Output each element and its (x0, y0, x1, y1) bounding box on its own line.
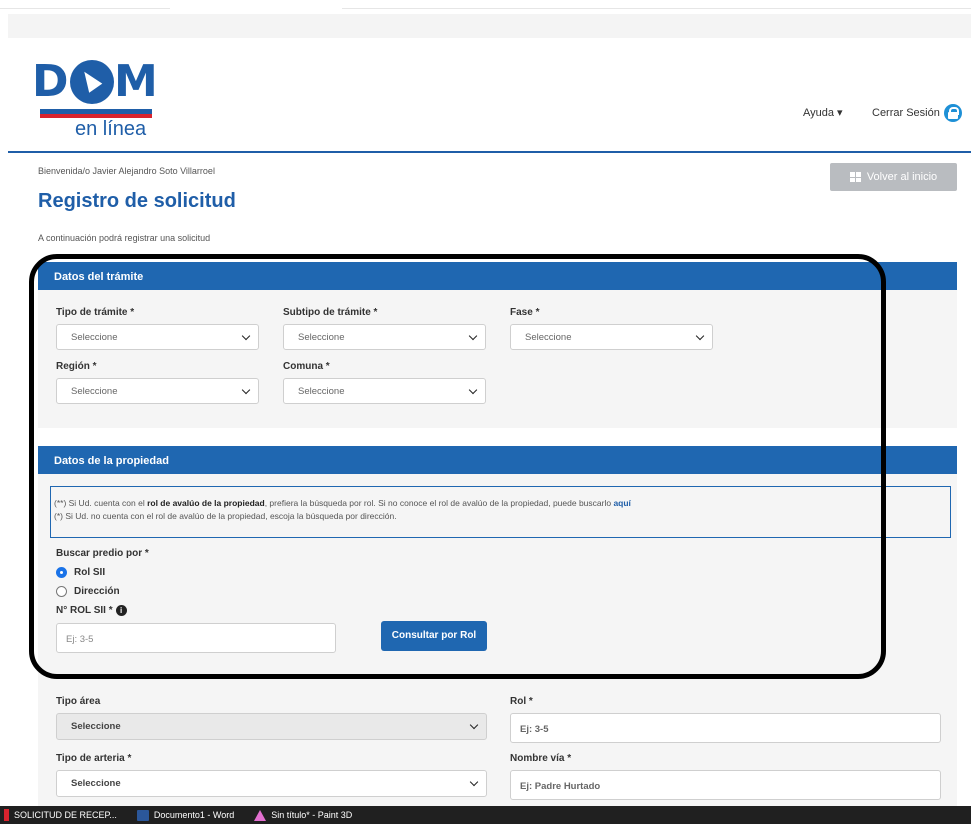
taskbar-label-pdf: SOLICITUD DE RECEP... (14, 810, 117, 820)
logout-label: Cerrar Sesión (872, 107, 940, 119)
help-menu[interactable]: Ayuda ▾ (803, 106, 843, 119)
tipo-arteria-value: Seleccione (71, 778, 121, 789)
info-text-c: , prefiera la búsqueda por rol. Si no co… (264, 498, 614, 508)
taskbar-label-word: Documento1 - Word (153, 810, 235, 820)
logo-letter-d: D (32, 56, 69, 107)
radio-direccion-label: Dirección (74, 586, 120, 597)
chevron-down-icon (468, 331, 478, 341)
radio-selected-icon (56, 567, 67, 578)
page-subtitle: A continuación podrá registrar una solic… (38, 233, 211, 243)
tipo-tramite-label: Tipo de trámite * (56, 307, 135, 318)
comuna-value: Seleccione (298, 386, 345, 397)
nombre-via-input[interactable]: Ej: Padre Hurtado (510, 770, 941, 800)
region-label: Región * (56, 361, 97, 372)
rol-sii-label-row: N° ROL SII * i (56, 605, 127, 616)
browser-top-strip (0, 0, 971, 40)
dom-en-linea-logo[interactable]: D M en línea (32, 56, 162, 146)
chevron-down-icon (241, 385, 251, 395)
tipo-tramite-select[interactable]: Seleccione (56, 324, 259, 350)
rol-input[interactable]: Ej: 3-5 (510, 713, 941, 743)
region-value: Seleccione (71, 386, 118, 397)
rol-sii-label: N° ROL SII * (56, 605, 113, 617)
comuna-label: Comuna * (283, 361, 330, 372)
fase-label: Fase * (510, 307, 540, 318)
nombre-via-label: Nombre vía * (510, 753, 572, 764)
chevron-down-icon (695, 331, 705, 341)
taskbar-item-word[interactable]: Documento1 - Word (136, 809, 235, 821)
rol-info-box: (**) Si Ud. cuenta con el rol de avalúo … (50, 486, 951, 538)
toolbar-band (8, 14, 971, 38)
windows-taskbar: SOLICITUD DE RECEP... Documento1 - Word … (0, 806, 971, 824)
chevron-down-icon (469, 720, 479, 730)
info-line-2: (*) Si Ud. no cuenta con el rol de avalú… (54, 511, 397, 521)
back-home-label: Volver al inicio (866, 171, 938, 183)
grid-icon (849, 172, 861, 182)
radio-rol-label: Rol SII (74, 567, 106, 578)
taskbar-label-paint3d: Sin título* - Paint 3D (271, 810, 353, 820)
info-icon[interactable]: i (115, 605, 127, 616)
radio-unselected-icon (56, 586, 67, 597)
active-tab-gap (170, 6, 342, 11)
chevron-down-icon (469, 777, 479, 787)
buscar-predio-label: Buscar predio por * (56, 548, 149, 559)
info-text-a: (**) Si Ud. cuenta con el (54, 498, 148, 508)
tipo-arteria-label: Tipo de arteria * (56, 753, 132, 764)
welcome-text: Bienvenida/o Javier Alejandro Soto Villa… (38, 166, 215, 176)
paint3d-icon (254, 809, 267, 821)
search-rol-link[interactable]: aquí (613, 498, 630, 508)
tipo-area-label: Tipo área (56, 696, 101, 707)
chevron-down-icon (468, 385, 478, 395)
info-line-1: (**) Si Ud. cuenta con el rol de avalúo … (54, 497, 950, 510)
logout-link[interactable]: Cerrar Sesión (872, 104, 962, 122)
comuna-select[interactable]: Seleccione (283, 378, 486, 404)
page-title: Registro de solicitud (38, 190, 236, 212)
taskbar-item-paint3d[interactable]: Sin título* - Paint 3D (254, 809, 353, 821)
tipo-area-value: Seleccione (71, 721, 121, 732)
propiedad-panel-heading: Datos de la propiedad (38, 446, 957, 474)
lock-icon (943, 104, 962, 122)
chevron-down-icon (241, 331, 251, 341)
tipo-area-select[interactable]: Seleccione (56, 713, 487, 740)
tab-divider (0, 8, 971, 9)
info-text-bold: rol de avalúo de la propiedad (147, 498, 265, 508)
radio-direccion[interactable]: Dirección (56, 586, 120, 597)
pdf-icon (4, 809, 9, 821)
rol-label: Rol * (510, 696, 533, 707)
tipo-arteria-select[interactable]: Seleccione (56, 770, 487, 797)
consultar-rol-button[interactable]: Consultar por Rol (381, 621, 487, 651)
subtipo-tramite-label: Subtipo de trámite * (283, 307, 378, 318)
tramite-panel-heading: Datos del trámite (38, 262, 957, 290)
taskbar-item-pdf[interactable]: SOLICITUD DE RECEP... (4, 809, 117, 821)
logo-letter-m: M (114, 56, 158, 107)
tipo-tramite-value: Seleccione (71, 332, 118, 343)
fase-select[interactable]: Seleccione (510, 324, 713, 350)
logo-subtext: en línea (75, 118, 147, 140)
word-icon (136, 809, 149, 821)
site-header: D M en línea Ayuda ▾ Cerrar Sesión (8, 40, 971, 153)
subtipo-tramite-select[interactable]: Seleccione (283, 324, 486, 350)
rol-sii-input[interactable]: Ej: 3-5 (56, 623, 336, 653)
fase-value: Seleccione (525, 332, 572, 343)
radio-rol-sii[interactable]: Rol SII (56, 567, 105, 578)
back-home-button[interactable]: Volver al inicio (830, 163, 957, 191)
region-select[interactable]: Seleccione (56, 378, 259, 404)
subtipo-tramite-value: Seleccione (298, 332, 345, 343)
